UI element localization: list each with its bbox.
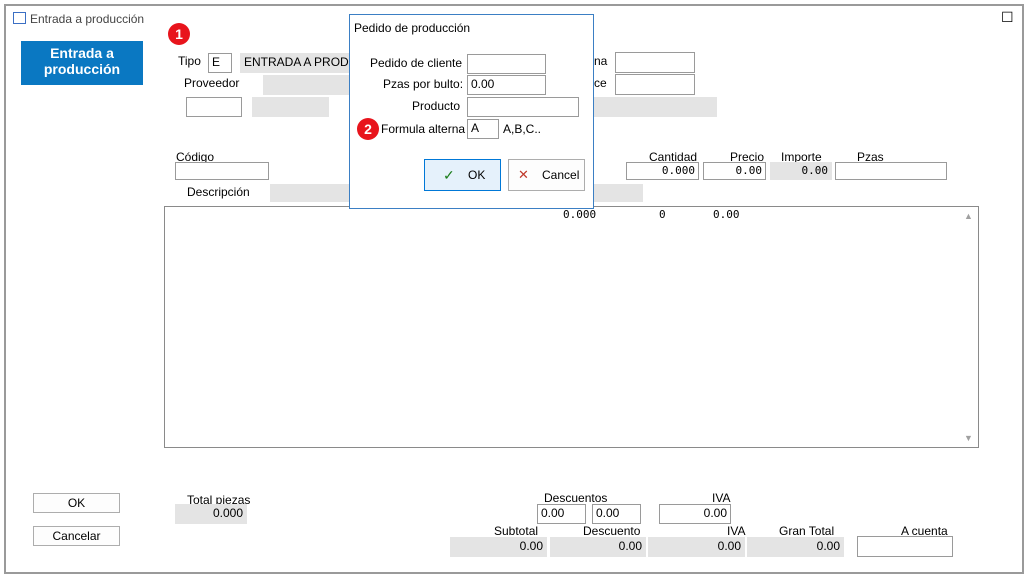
tipo-description: ENTRADA A PRODUC: [240, 53, 350, 73]
grid-row-importe: 0.00: [713, 208, 740, 221]
formula-hint: A,B,C..: [503, 122, 542, 136]
iva-value: 0.00: [648, 537, 745, 557]
grid-row-cantidad: 0.000: [563, 208, 597, 221]
pedido-cliente-field[interactable]: [467, 54, 546, 74]
referencia-field[interactable]: [615, 74, 695, 95]
pedido-cliente-label: Pedido de cliente: [370, 56, 463, 70]
proveedor-extra: [252, 97, 329, 117]
step-badge-1: 1: [168, 23, 190, 45]
maximize-icon[interactable]: ☐: [1001, 9, 1014, 26]
descuento2-field[interactable]: 0.00: [592, 504, 641, 524]
descripcion-field: [270, 184, 350, 202]
gran-total-value: 0.00: [747, 537, 844, 557]
scroll-up-icon[interactable]: ▲: [964, 211, 973, 221]
dialog-ok-button[interactable]: ✓ OK: [424, 159, 501, 191]
proveedor-code-field[interactable]: [186, 97, 242, 117]
cantidad-field[interactable]: 0.000: [626, 162, 699, 180]
proveedor-label: Proveedor: [184, 76, 240, 90]
fecha-label: na: [594, 54, 608, 68]
tipo-code-field[interactable]: E: [208, 53, 232, 73]
ok-button[interactable]: OK: [33, 493, 120, 513]
precio-field[interactable]: 0.00: [703, 162, 766, 180]
descuentos-label: Descuentos: [544, 491, 608, 505]
subtotal-value: 0.00: [450, 537, 547, 557]
referencia-label: ce: [594, 76, 607, 90]
dialog-cancel-button[interactable]: ✕ Cancel: [508, 159, 585, 191]
grid-scrollbar[interactable]: ▲ ▼: [961, 207, 978, 447]
proveedor-name: [263, 75, 351, 95]
descripcion-field-tail: [594, 184, 643, 202]
total-piezas-value: 0.000: [175, 504, 247, 524]
formula-alterna-field[interactable]: A: [467, 119, 499, 139]
check-icon: ✓: [443, 167, 455, 183]
step-badge-2: 2: [357, 118, 379, 140]
pzas-field[interactable]: [835, 162, 947, 180]
descuento1-field[interactable]: 0.00: [537, 504, 586, 524]
scroll-down-icon[interactable]: ▼: [964, 433, 973, 443]
subtotal-label: Subtotal: [494, 524, 539, 538]
importe-field: 0.00: [770, 162, 832, 180]
header-readonly-strip: [594, 97, 717, 117]
formula-alterna-label: Formula alterna: [381, 122, 466, 136]
close-icon: ✕: [518, 167, 529, 182]
gran-total-label: Gran Total: [779, 524, 835, 538]
section-header-button[interactable]: Entrada a producción: [21, 41, 143, 85]
iva-top-label: IVA: [712, 491, 731, 505]
grid-row-pzas: 0: [659, 208, 666, 221]
codigo-field[interactable]: [175, 162, 269, 180]
section-header-label: Entrada a producción: [43, 45, 121, 77]
descripcion-label: Descripción: [187, 185, 250, 199]
descuento-value: 0.00: [550, 537, 646, 557]
tipo-label: Tipo: [178, 54, 201, 68]
dialog-cancel-label: Cancel: [542, 168, 580, 182]
producto-field[interactable]: [467, 97, 579, 117]
iva-top-field[interactable]: 0.00: [659, 504, 731, 524]
iva-label: IVA: [727, 524, 746, 538]
dialog-title: Pedido de producción: [354, 21, 471, 35]
dialog-ok-label: OK: [468, 168, 486, 182]
producto-label: Producto: [412, 99, 461, 113]
fecha-field[interactable]: [615, 52, 695, 73]
descuento-label: Descuento: [583, 524, 641, 538]
cancelar-button[interactable]: Cancelar: [33, 526, 120, 546]
pzas-bulto-label: Pzas por bulto:: [383, 77, 464, 91]
a-cuenta-field[interactable]: [857, 536, 953, 557]
pzas-bulto-field[interactable]: 0.00: [467, 75, 546, 95]
window-icon: [13, 12, 26, 24]
detail-grid[interactable]: ▲ ▼: [164, 206, 979, 448]
window-title: Entrada a producción: [30, 12, 145, 26]
